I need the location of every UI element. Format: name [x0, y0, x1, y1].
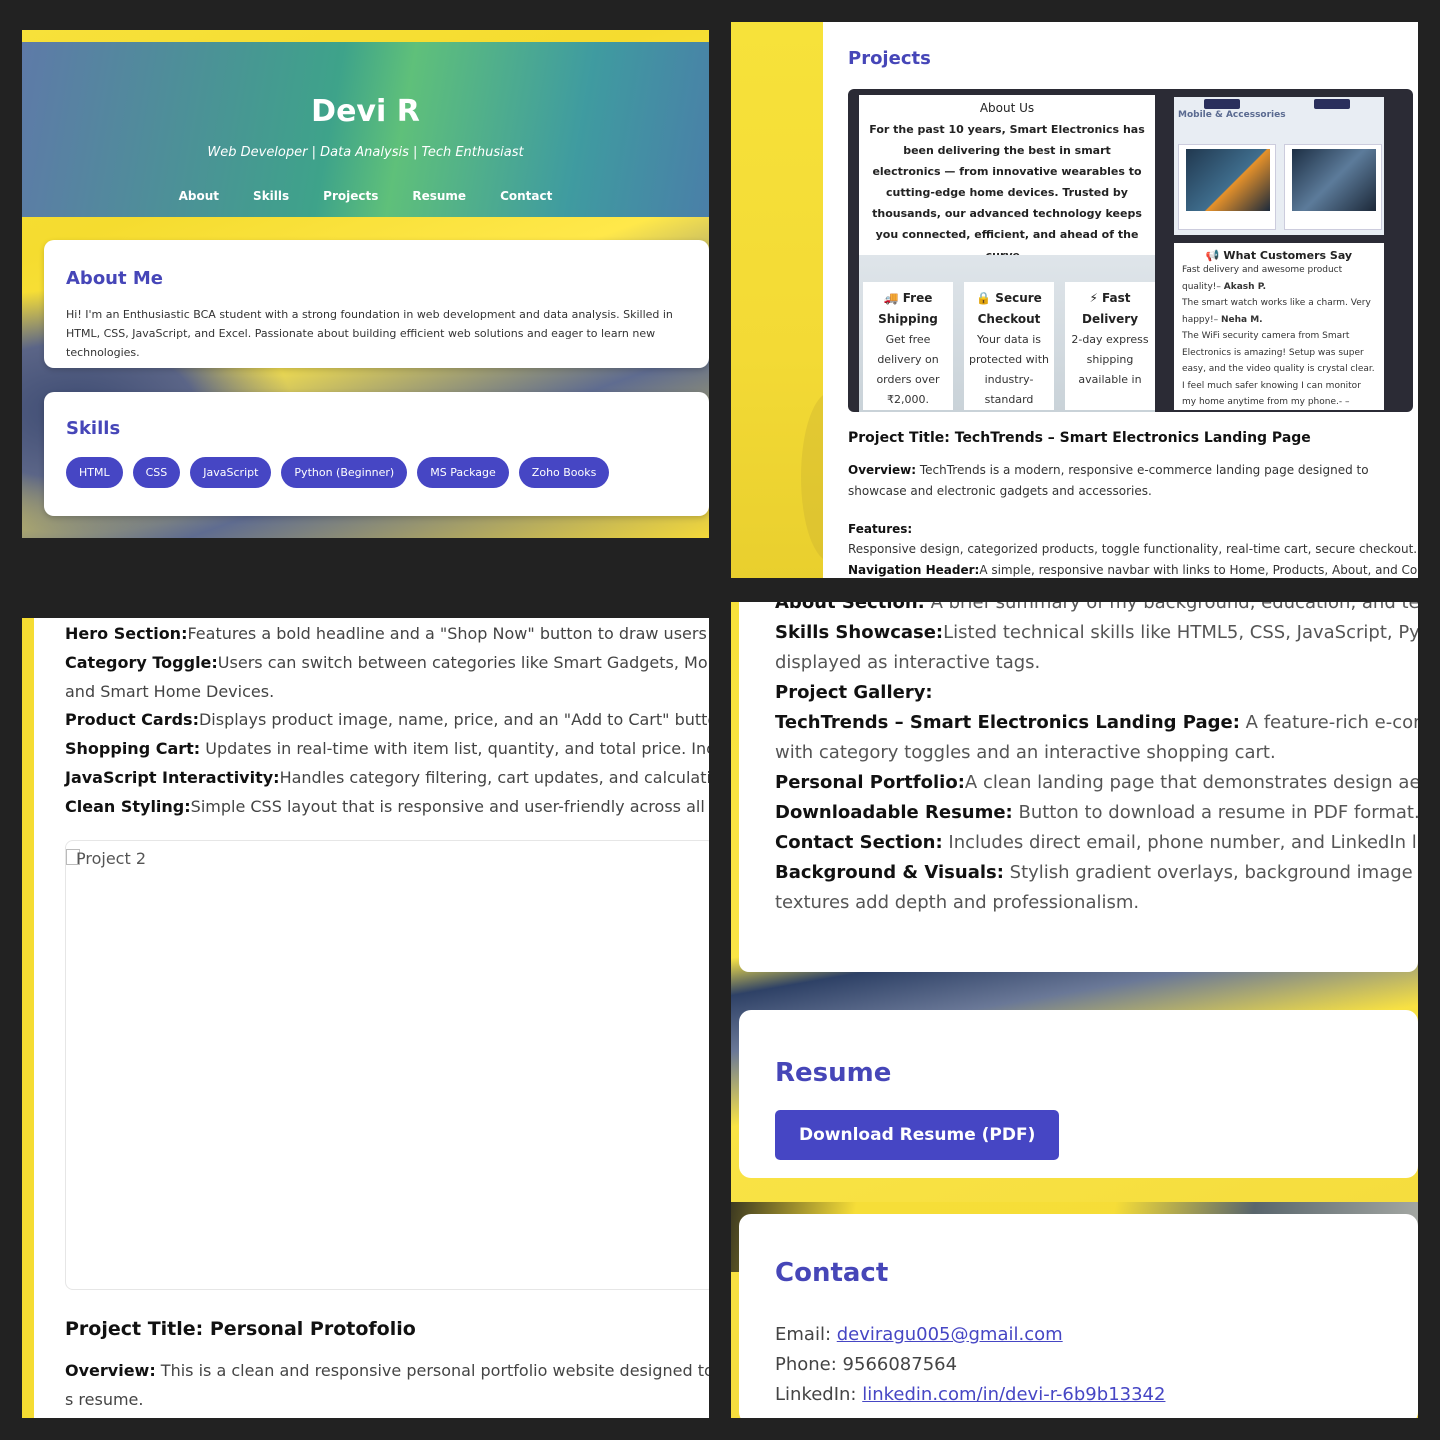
- hero-name: Devi R: [311, 94, 420, 129]
- about-title: About Me: [66, 268, 163, 289]
- review-item: The smart watch works like a charm. Very…: [1182, 298, 1371, 325]
- shot-customer-reviews: 📢 What Customers Say Fast delivery and a…: [1174, 243, 1384, 410]
- feature-list: Hero Section:Features a bold headline an…: [65, 620, 709, 822]
- skill-tag[interactable]: MS Package: [417, 457, 509, 488]
- shot-mobile-heading: Mobile & Accessories: [1178, 110, 1286, 120]
- review-item: The WiFi security camera from Smart Elec…: [1182, 331, 1375, 407]
- background-strip: [22, 618, 34, 1418]
- hero-tagline: Web Developer | Data Analysis | Tech Ent…: [207, 145, 524, 160]
- portfolio-description-card: About Section: A brief summary of my bac…: [739, 602, 1418, 972]
- shot-feature-card: 🔒 Secure Checkout Your data is protected…: [964, 282, 1054, 410]
- shot-feature-card: ⚡ Fast Delivery 2-day express shipping a…: [1065, 282, 1155, 410]
- resume-card: Resume Download Resume (PDF): [739, 1010, 1418, 1178]
- feature-line: Contact Section: Includes direct email, …: [775, 832, 1418, 853]
- about-text: Hi! I'm an Enthusiastic BCA student with…: [66, 308, 673, 359]
- shot-about-heading: About Us: [979, 101, 1035, 115]
- nav-projects-link[interactable]: Projects: [323, 189, 378, 203]
- feature-line: Personal Portfolio:A clean landing page …: [775, 772, 1418, 793]
- feature-line: Skills Showcase:Listed technical skills …: [775, 622, 1418, 643]
- shot-about-text: For the past 10 years, Smart Electronics…: [869, 123, 1145, 262]
- feature-title: 🚚 Free Shipping: [878, 291, 938, 326]
- project-2-image: Project 2: [65, 840, 709, 1290]
- feature-line: Category Toggle:Users can switch between…: [65, 652, 709, 672]
- feature-line: Project Gallery:: [775, 682, 933, 703]
- nav-contact-link[interactable]: Contact: [500, 189, 552, 203]
- nav-skills-link[interactable]: Skills: [253, 189, 289, 203]
- feature-line: Hero Section:Features a bold headline an…: [65, 624, 709, 643]
- project-overview: Overview: TechTrends is a modern, respon…: [848, 463, 1369, 498]
- feature-line: Downloadable Resume: Button to download …: [775, 802, 1418, 823]
- linkedin-link[interactable]: linkedin.com/in/devi-r-6b9b13342: [862, 1384, 1165, 1405]
- skill-tag[interactable]: JavaScript: [190, 457, 272, 488]
- panel-projects: Projects About Us For the past 10 years,…: [731, 22, 1418, 578]
- feature-line: textures add depth and professionalism.: [775, 892, 1140, 913]
- skill-tag[interactable]: Python (Beginner): [281, 457, 408, 488]
- nav-about-link[interactable]: About: [179, 189, 219, 203]
- portfolio-feature-list: About Section: A brief summary of my bac…: [775, 602, 1418, 918]
- skill-tag[interactable]: CSS: [132, 457, 181, 488]
- skill-tag[interactable]: Zoho Books: [518, 457, 610, 488]
- contact-phone: Phone: 9566087564: [775, 1354, 958, 1375]
- download-resume-button[interactable]: Download Resume (PDF): [775, 1110, 1060, 1160]
- feature-line: and Smart Home Devices.: [65, 681, 275, 701]
- skills-list: HTML CSS JavaScript Python (Beginner) MS…: [66, 457, 687, 488]
- feature-line: Product Cards:Displays product image, na…: [65, 710, 709, 730]
- skills-card: Skills HTML CSS JavaScript Python (Begin…: [44, 392, 709, 516]
- feature-line: JavaScript Interactivity:Handles categor…: [65, 767, 709, 787]
- hero-header: Devi R Web Developer | Data Analysis | T…: [22, 42, 709, 217]
- skill-tag[interactable]: HTML: [66, 457, 123, 488]
- contact-title: Contact: [775, 1258, 889, 1288]
- features-label: Features:: [848, 522, 913, 536]
- skills-title: Skills: [66, 418, 121, 439]
- shot-feature-card: 🚚 Free Shipping Get free delivery on ord…: [863, 282, 953, 410]
- feature-desc: 2-day express shipping available in: [1071, 333, 1149, 386]
- nav-header-line: Navigation Header:A simple, responsive n…: [848, 563, 1418, 577]
- projects-title: Projects: [848, 48, 931, 69]
- feature-line: displayed as interactive tags.: [775, 652, 1041, 673]
- project-overview: Overview: This is a clean and responsive…: [65, 1361, 709, 1409]
- product-image: [1186, 149, 1270, 211]
- contact-card: Contact Email: deviragu005@gmail.com Pho…: [739, 1214, 1418, 1418]
- image-alt-text: Project 2: [76, 849, 147, 868]
- panel-resume-contact: About Section: A brief summary of my bac…: [731, 602, 1418, 1418]
- feature-title: ⚡ Fast Delivery: [1081, 291, 1139, 326]
- contact-email: Email: deviragu005@gmail.com: [775, 1324, 1063, 1345]
- resume-title: Resume: [775, 1058, 892, 1088]
- feature-title: 🔒 Secure Checkout: [976, 291, 1042, 326]
- main-nav: About Skills Projects Resume Contact: [22, 189, 709, 203]
- background-strip: [731, 22, 861, 578]
- add-to-cart-button: [1204, 99, 1240, 109]
- feature-line: TechTrends – Smart Electronics Landing P…: [775, 712, 1418, 733]
- shot-customers-heading: 📢 What Customers Say: [1205, 249, 1353, 262]
- shot-product-card: [1284, 144, 1382, 230]
- features-text: Responsive design, categorized products,…: [848, 542, 1418, 556]
- about-card: About Me Hi! I'm an Enthusiastic BCA stu…: [44, 240, 709, 368]
- contact-linkedin: LinkedIn: linkedin.com/in/devi-r-6b9b133…: [775, 1384, 1166, 1405]
- email-link[interactable]: deviragu005@gmail.com: [837, 1324, 1063, 1345]
- project-screenshot: About Us For the past 10 years, Smart El…: [848, 89, 1413, 412]
- product-image: [1292, 149, 1376, 211]
- feature-line: Shopping Cart: Updates in real-time with…: [65, 739, 709, 759]
- feature-line: Clean Styling:Simple CSS layout that is …: [65, 796, 709, 816]
- phone-number: 9566087564: [842, 1354, 958, 1375]
- review-item: Fast delivery and awesome product qualit…: [1182, 265, 1343, 292]
- feature-desc: Your data is protected with industry-sta…: [968, 333, 1050, 406]
- project-title: Project Title: Personal Protofolio: [65, 1318, 416, 1340]
- projects-section: Projects About Us For the past 10 years,…: [823, 22, 1418, 578]
- feature-line: About Section: A brief summary of my bac…: [775, 602, 1418, 613]
- feature-line: with category toggles and an interactive…: [775, 742, 1276, 763]
- feature-line: Background & Visuals: Stylish gradient o…: [775, 862, 1418, 883]
- add-to-cart-button: [1314, 99, 1350, 109]
- panel-portfolio-top: Devi R Web Developer | Data Analysis | T…: [22, 30, 709, 538]
- feature-desc: Get free delivery on orders over ₹2,000.: [876, 333, 940, 406]
- shot-mobile-accessories: Mobile & Accessories: [1174, 97, 1384, 235]
- shot-product-card: [1178, 144, 1276, 230]
- panel-project-details: Hero Section:Features a bold headline an…: [22, 618, 709, 1418]
- nav-resume-link[interactable]: Resume: [412, 189, 466, 203]
- project-title: Project Title: TechTrends – Smart Electr…: [848, 430, 1311, 446]
- shot-about-box: About Us For the past 10 years, Smart El…: [859, 95, 1155, 262]
